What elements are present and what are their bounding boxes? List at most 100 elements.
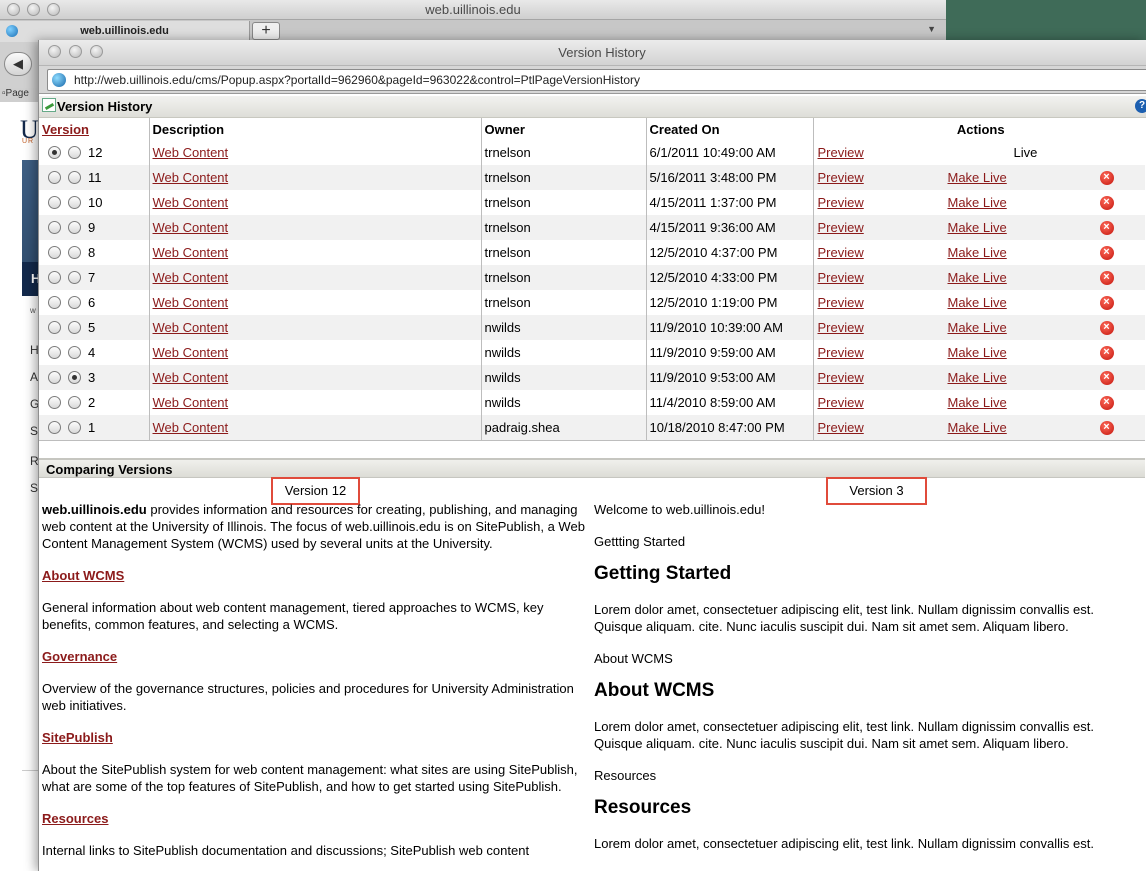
compare-right-radio[interactable] <box>68 371 81 384</box>
description-link[interactable]: Web Content <box>153 395 229 410</box>
delete-icon[interactable]: × <box>1099 221 1114 235</box>
compare-right-radio[interactable] <box>68 271 81 284</box>
compare-right-radio[interactable] <box>68 146 81 159</box>
preview-link[interactable]: Preview <box>818 145 864 160</box>
resources-link[interactable]: Resources <box>42 810 592 827</box>
site-nav-item[interactable]: S <box>30 424 38 438</box>
description-link[interactable]: Web Content <box>153 170 229 185</box>
site-nav-item[interactable]: w <box>30 306 36 315</box>
compare-left-radio[interactable] <box>48 396 61 409</box>
description-link[interactable]: Web Content <box>153 245 229 260</box>
table-row: 9 Web Content trnelson 4/15/2011 9:36:00 AM… <box>39 215 1145 240</box>
version-number: 8 <box>88 245 96 260</box>
delete-icon[interactable]: × <box>1099 246 1114 260</box>
description-link[interactable]: Web Content <box>153 345 229 360</box>
site-nav-item[interactable]: A <box>30 370 38 384</box>
compare-right-radio[interactable] <box>68 296 81 309</box>
delete-icon[interactable]: × <box>1099 271 1114 285</box>
description-link[interactable]: Web Content <box>153 195 229 210</box>
preview-link[interactable]: Preview <box>818 270 864 285</box>
description-cell: Web Content <box>148 140 481 165</box>
compare-left-radio[interactable] <box>48 371 61 384</box>
make-live-link[interactable]: Make Live <box>948 195 1007 210</box>
bookmark-item[interactable]: Page <box>6 88 29 99</box>
preview-link[interactable]: Preview <box>818 345 864 360</box>
make-live-link[interactable]: Make Live <box>948 270 1007 285</box>
section-text: About the SitePublish system for web con… <box>42 762 578 794</box>
delete-icon[interactable]: × <box>1099 396 1114 410</box>
compare-left-radio[interactable] <box>48 246 61 259</box>
make-live-link[interactable]: Make Live <box>948 420 1007 435</box>
delete-icon[interactable]: × <box>1099 346 1114 360</box>
make-live-link[interactable]: Make Live <box>948 395 1007 410</box>
description-link[interactable]: Web Content <box>153 420 229 435</box>
description-link[interactable]: Web Content <box>153 270 229 285</box>
compare-right-radio[interactable] <box>68 246 81 259</box>
delete-icon[interactable]: × <box>1099 421 1114 435</box>
sitepublish-link[interactable]: SitePublish <box>42 729 592 746</box>
new-tab-button[interactable]: + <box>252 22 280 40</box>
make-live-link[interactable]: Make Live <box>948 345 1007 360</box>
site-nav-item[interactable]: S <box>30 481 38 495</box>
make-live-link[interactable]: Make Live <box>948 170 1007 185</box>
description-link[interactable]: Web Content <box>153 220 229 235</box>
compare-left-radio[interactable] <box>48 321 61 334</box>
make-live-link[interactable]: Make Live <box>948 295 1007 310</box>
make-live-link[interactable]: Make Live <box>948 320 1007 335</box>
about-wcms-link[interactable]: About WCMS <box>42 567 592 584</box>
make-live-link[interactable]: Make Live <box>948 370 1007 385</box>
compare-left-radio[interactable] <box>48 146 61 159</box>
compare-left-radio[interactable] <box>48 296 61 309</box>
preview-link[interactable]: Preview <box>818 170 864 185</box>
preview-link[interactable]: Preview <box>818 420 864 435</box>
preview-link[interactable]: Preview <box>818 320 864 335</box>
make-live-link[interactable]: Make Live <box>948 220 1007 235</box>
preview-link[interactable]: Preview <box>818 245 864 260</box>
description-link[interactable]: Web Content <box>153 370 229 385</box>
delete-icon[interactable]: × <box>1099 371 1114 385</box>
preview-link[interactable]: Preview <box>818 195 864 210</box>
preview-link[interactable]: Preview <box>818 370 864 385</box>
compare-left-radio[interactable] <box>48 171 61 184</box>
description-link[interactable]: Web Content <box>153 145 229 160</box>
owner-cell: trnelson <box>480 240 646 265</box>
preview-link[interactable]: Preview <box>818 220 864 235</box>
make-live-link[interactable]: Make Live <box>948 245 1007 260</box>
compare-right-radio[interactable] <box>68 171 81 184</box>
owner-cell: trnelson <box>480 165 646 190</box>
compare-right-radio[interactable] <box>68 420 81 434</box>
column-header-version[interactable]: Version <box>39 118 149 140</box>
owner-cell: nwilds <box>480 315 646 340</box>
compare-left-radio[interactable] <box>48 221 61 234</box>
compare-right-radio[interactable] <box>68 396 81 409</box>
description-link[interactable]: Web Content <box>153 295 229 310</box>
delete-icon[interactable]: × <box>1099 296 1114 310</box>
governance-link[interactable]: Governance <box>42 648 592 665</box>
compare-right-radio[interactable] <box>68 221 81 234</box>
description-cell: Web Content <box>148 340 481 365</box>
compare-right-radio[interactable] <box>68 321 81 334</box>
version-number: 7 <box>88 270 96 285</box>
tab-overflow-icon[interactable]: ▼ <box>927 24 936 34</box>
compare-right-radio[interactable] <box>68 346 81 359</box>
help-icon[interactable]: ? <box>1135 99 1146 113</box>
compare-left-radio[interactable] <box>48 346 61 359</box>
compare-right-radio[interactable] <box>68 196 81 209</box>
delete-icon[interactable]: × <box>1099 321 1114 335</box>
preview-link[interactable]: Preview <box>818 395 864 410</box>
description-link[interactable]: Web Content <box>153 320 229 335</box>
compare-left-radio[interactable] <box>48 196 61 209</box>
compare-left-radio[interactable] <box>48 420 61 434</box>
delete-icon[interactable]: × <box>1099 171 1114 185</box>
popup-address-bar: http://web.uillinois.edu/cms/Popup.aspx?… <box>39 66 1146 94</box>
compare-left-radio[interactable] <box>48 271 61 284</box>
sort-version-link[interactable]: Version <box>42 122 89 137</box>
actions-cell: Preview Make Live × <box>812 365 1145 390</box>
back-button[interactable]: ◀ <box>4 52 32 76</box>
table-row: 5 Web Content nwilds 11/9/2010 10:39:00 AM P… <box>39 315 1145 340</box>
delete-icon[interactable]: × <box>1099 196 1114 210</box>
preview-link[interactable]: Preview <box>818 295 864 310</box>
browser-tab[interactable]: web.uillinois.edu <box>0 21 250 42</box>
actions-cell: Preview Make Live × <box>812 190 1145 215</box>
url-field[interactable]: http://web.uillinois.edu/cms/Popup.aspx?… <box>47 69 1146 91</box>
